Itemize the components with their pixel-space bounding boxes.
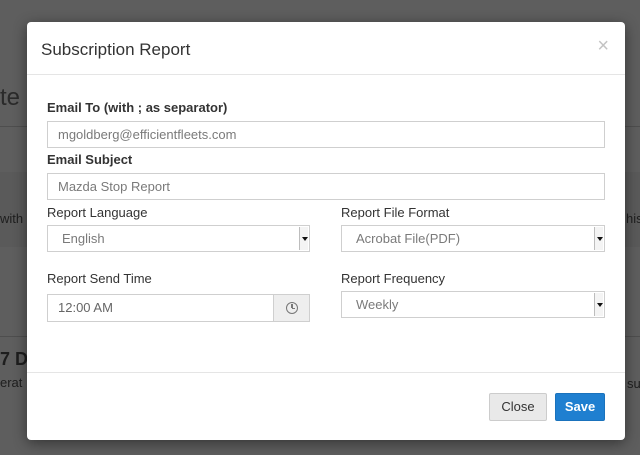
chevron-down-icon xyxy=(594,293,603,316)
email-subject-input[interactable]: Mazda Stop Report xyxy=(47,173,605,200)
background-section-heading: 7 D xyxy=(0,349,29,369)
clock-icon xyxy=(286,302,298,314)
background-row-text: su xyxy=(627,376,640,391)
save-button[interactable]: Save xyxy=(555,393,605,421)
background-row-text: his xyxy=(626,211,640,226)
chevron-down-icon xyxy=(594,227,603,250)
report-language-value: English xyxy=(62,231,105,246)
report-send-time-input[interactable]: 12:00 AM xyxy=(47,294,274,322)
dialog-body: Email To (with ; as separator) mgoldberg… xyxy=(27,76,625,372)
report-frequency-value: Weekly xyxy=(356,297,399,312)
report-file-format-label: Report File Format xyxy=(341,205,450,220)
dialog-footer: Close Save xyxy=(27,372,625,440)
subscription-report-dialog: Subscription Report × Email To (with ; a… xyxy=(27,22,625,440)
dialog-title: Subscription Report xyxy=(41,40,191,59)
report-file-format-select[interactable]: Acrobat File(PDF) xyxy=(341,225,605,252)
close-button[interactable]: Close xyxy=(489,393,547,421)
email-subject-label: Email Subject xyxy=(47,152,133,167)
background-row-text: erat xyxy=(0,375,23,390)
time-picker-button[interactable] xyxy=(273,294,310,322)
report-language-label: Report Language xyxy=(47,205,148,220)
background-row-text: with xyxy=(0,211,24,226)
chevron-down-icon xyxy=(299,227,308,250)
report-file-format-value: Acrobat File(PDF) xyxy=(356,231,461,246)
email-to-input[interactable]: mgoldberg@efficientfleets.com xyxy=(47,121,605,148)
dialog-header: Subscription Report × xyxy=(27,22,625,75)
close-icon[interactable]: × xyxy=(597,36,609,56)
report-language-select[interactable]: English xyxy=(47,225,310,252)
report-frequency-label: Report Frequency xyxy=(341,271,446,286)
report-frequency-select[interactable]: Weekly xyxy=(341,291,605,318)
report-send-time-label: Report Send Time xyxy=(47,271,152,286)
email-to-label: Email To (with ; as separator) xyxy=(47,100,228,115)
